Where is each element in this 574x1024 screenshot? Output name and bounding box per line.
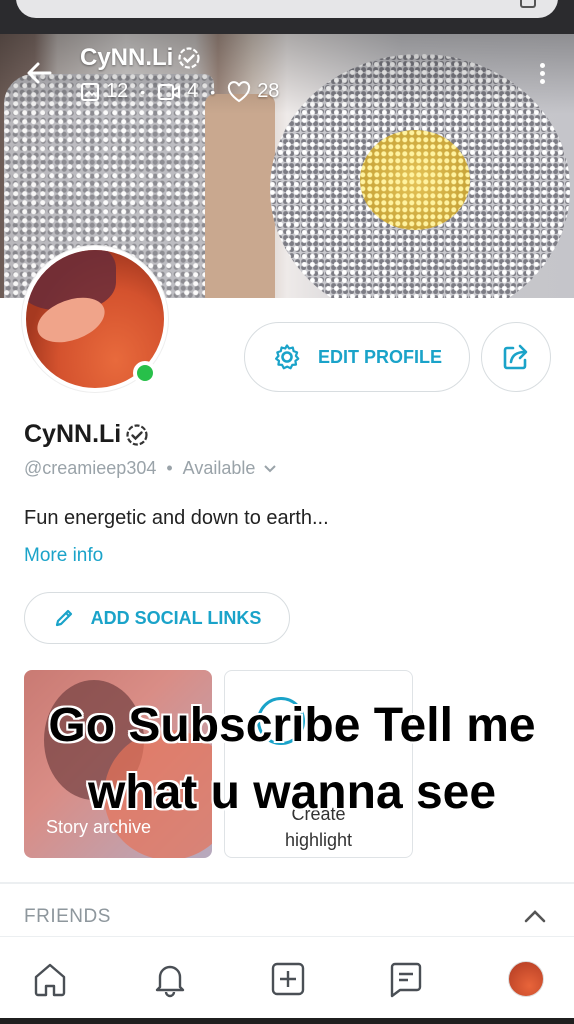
edit-profile-button[interactable]: EDIT PROFILE <box>244 322 470 392</box>
header-stats: 12 • 4 • 28 <box>80 80 279 103</box>
more-info-link[interactable]: More info <box>24 545 103 567</box>
share-button[interactable] <box>481 322 551 392</box>
add-social-links-label: ADD SOCIAL LINKS <box>90 607 262 628</box>
messages-icon[interactable] <box>384 957 428 1001</box>
availability-status: Available <box>182 458 256 478</box>
section-divider <box>0 882 574 884</box>
bottom-navigation <box>0 936 574 1018</box>
friends-section-title: FRIENDS <box>24 906 111 927</box>
likes-count: 28 <box>257 80 280 102</box>
profile-bio: Fun energetic and down to earth... <box>24 507 329 529</box>
top-browser-bar <box>0 0 574 34</box>
home-icon[interactable] <box>28 957 72 1001</box>
header-title: CyNN.Li <box>80 44 201 72</box>
availability-dropdown[interactable]: Available <box>183 458 278 479</box>
bell-icon[interactable] <box>148 957 192 1001</box>
create-highlight-line2: highlight <box>284 830 353 850</box>
chevron-up-icon[interactable] <box>522 904 548 930</box>
header-title-text: CyNN.Li <box>80 44 174 71</box>
add-social-links-button[interactable]: ADD SOCIAL LINKS <box>24 592 290 644</box>
plus-square-icon[interactable] <box>266 957 310 1001</box>
video-icon <box>157 82 181 102</box>
overlay-caption: Go Subscribe Tell me what u wanna see <box>48 699 536 819</box>
edit-profile-label: EDIT PROFILE <box>317 346 442 367</box>
share-icon <box>501 342 531 372</box>
profile-name: CyNN.Li <box>24 420 149 449</box>
back-arrow-icon[interactable] <box>24 58 54 88</box>
profile-handle: @creamieep304 <box>24 458 157 478</box>
tab-icon[interactable] <box>520 0 536 8</box>
online-indicator <box>133 361 157 385</box>
profile-nav-avatar[interactable] <box>504 957 548 1001</box>
pencil-icon <box>53 607 75 629</box>
verified-icon <box>177 46 201 70</box>
chevron-down-icon <box>263 464 277 474</box>
photos-count: 12 <box>106 80 129 102</box>
verified-icon <box>125 423 149 447</box>
gear-icon <box>272 342 302 372</box>
profile-name-text: CyNN.Li <box>24 420 122 448</box>
handle-row: @creamieep304 • Available <box>24 458 277 479</box>
more-options-icon[interactable] <box>532 60 552 88</box>
photo-icon <box>80 82 100 102</box>
search-pill[interactable] <box>16 0 558 18</box>
heart-icon <box>227 80 251 103</box>
videos-count: 4 <box>187 80 199 102</box>
system-nav-bar <box>0 1018 574 1024</box>
